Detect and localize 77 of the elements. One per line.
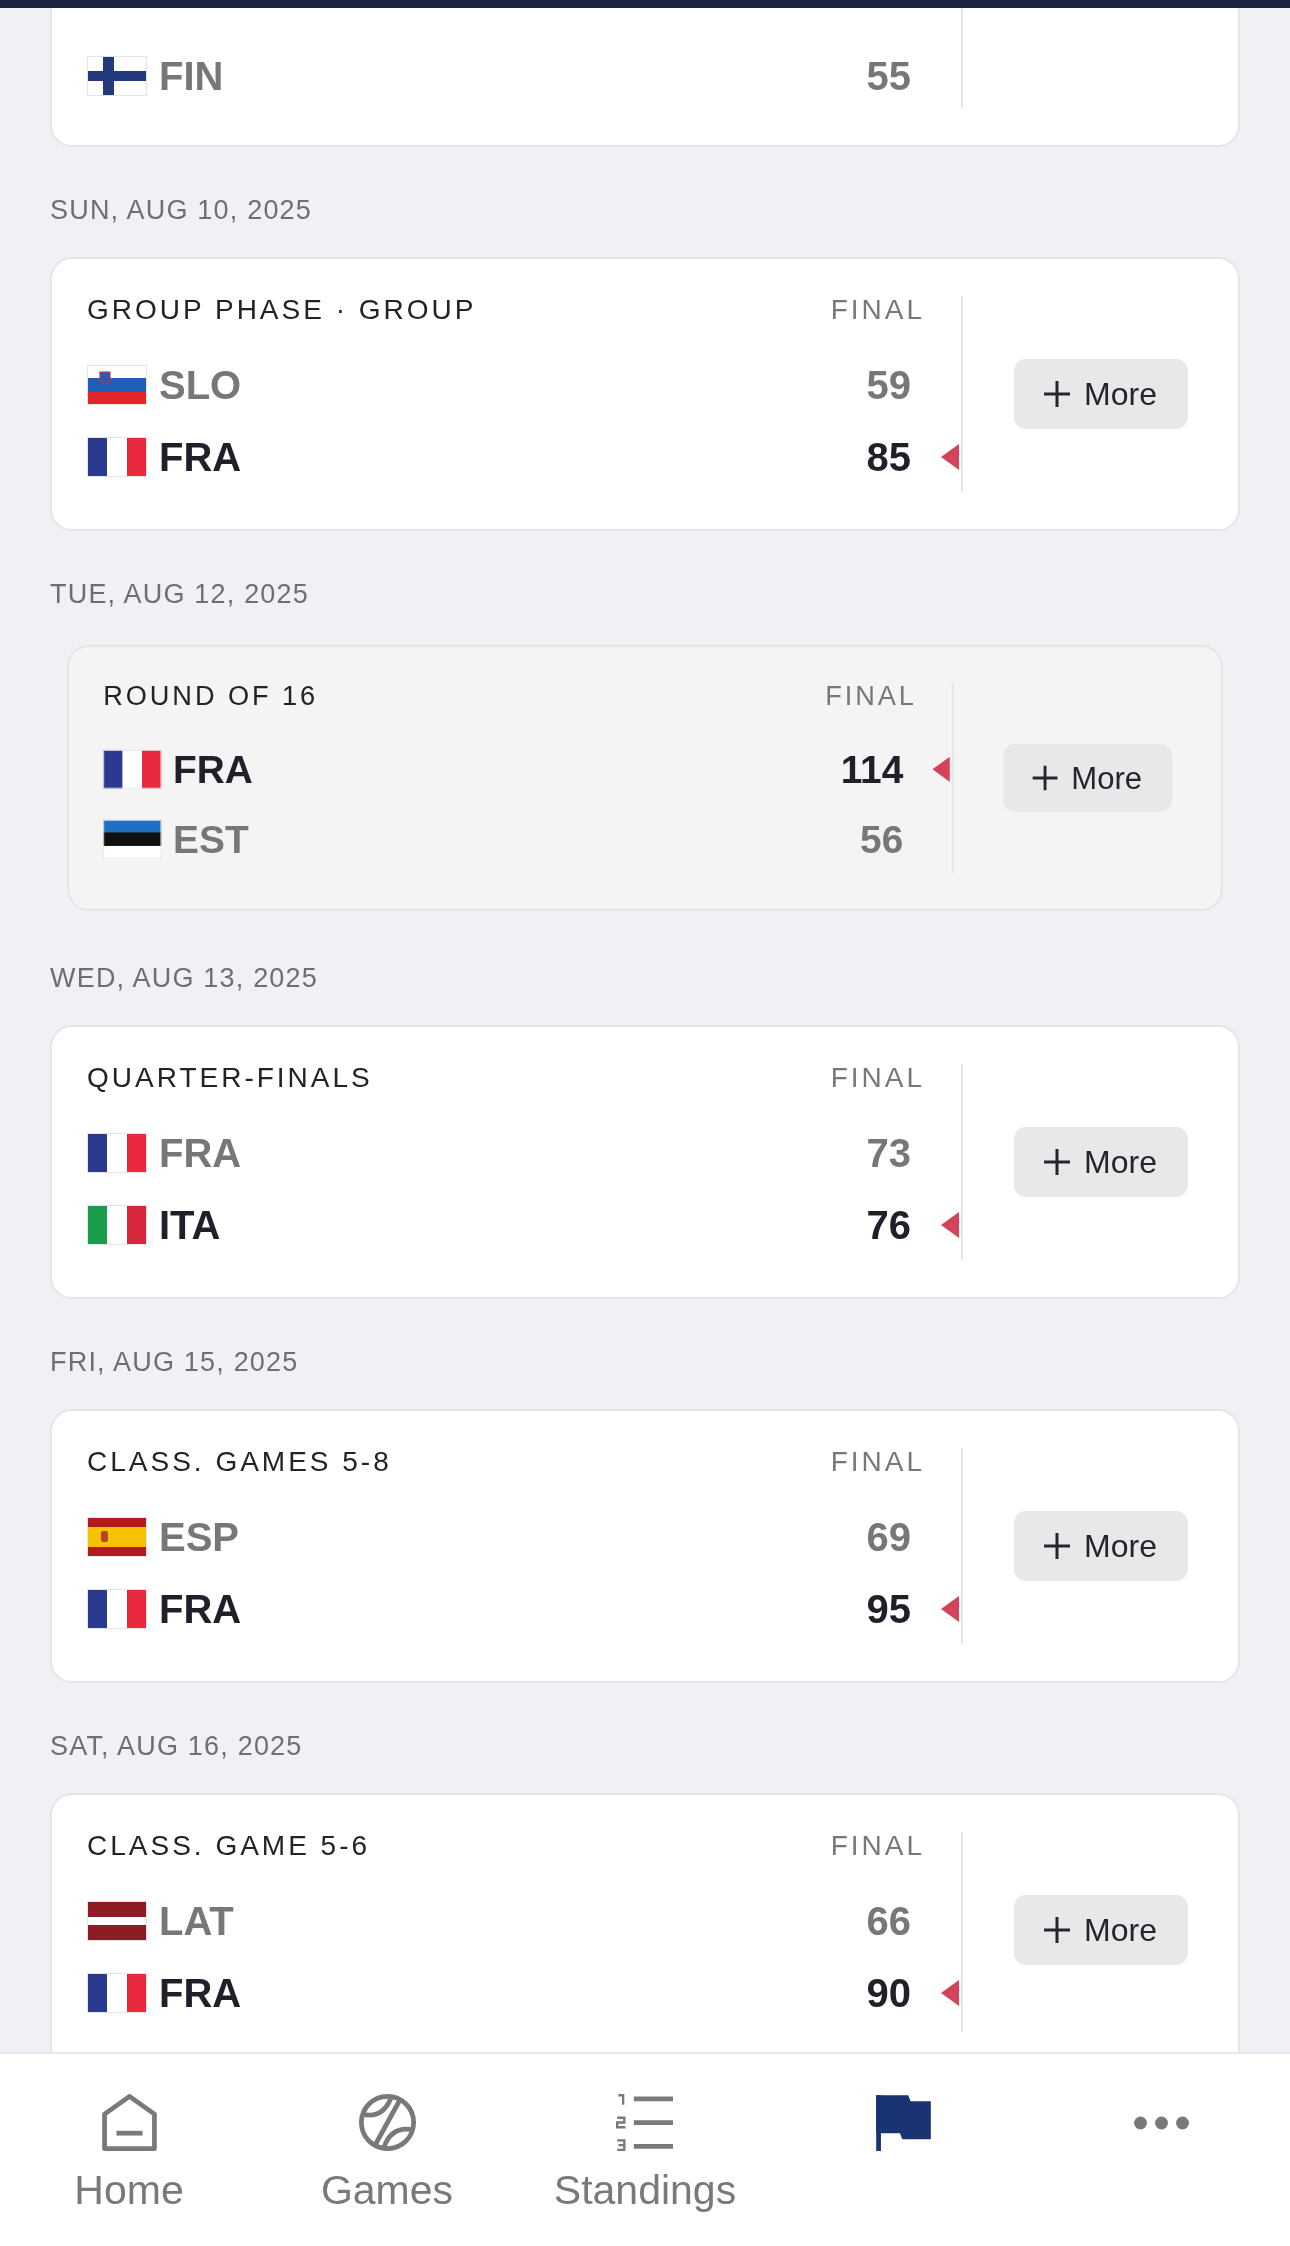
- french-flag-icon: [103, 749, 162, 789]
- game-card[interactable]: CLASS. GAME 5-6 FINAL LAT 66 FRA 90 More: [50, 1793, 1240, 2052]
- more-button[interactable]: More: [1002, 744, 1172, 812]
- game-card[interactable]: QUARTER-FINALS FINAL FRA 73 ITA 76 More: [50, 1025, 1240, 1299]
- date-heading: SUN, AUG 10, 2025: [50, 194, 314, 227]
- game-card[interactable]: CLASS. GAMES 5-8 FINAL ESP 69 FRA 95 More: [50, 1409, 1240, 1683]
- team-score: 85: [866, 434, 911, 480]
- team-name: FRA: [159, 434, 243, 480]
- team-name: FRA: [159, 1130, 243, 1176]
- team-name: EST: [173, 817, 250, 861]
- plus-icon: [1044, 1917, 1071, 1943]
- game-card[interactable]: ROUND OF 16 FINAL FRA 114 EST 56 More: [67, 644, 1223, 912]
- winner-marker-icon: [941, 1980, 959, 2006]
- more-button[interactable]: More: [1013, 359, 1188, 429]
- date-heading: WED, AUG 13, 2025: [50, 962, 319, 995]
- games-tab[interactable]: Games: [320, 2054, 454, 2213]
- winner-marker-icon: [932, 756, 950, 782]
- plus-icon: [1044, 1149, 1071, 1175]
- team-name: FIN: [159, 53, 225, 99]
- spanish-flag-icon: [87, 1517, 147, 1557]
- estonian-flag-icon: [103, 819, 162, 859]
- team-score: 95: [866, 1586, 911, 1632]
- team-name: FRA: [159, 1970, 243, 2016]
- more-button[interactable]: More: [1013, 1127, 1188, 1197]
- numbered-list-icon: [616, 2094, 674, 2151]
- team-score: 66: [866, 1898, 911, 1944]
- status-label: FINAL: [830, 1830, 925, 1862]
- team-score: 90: [866, 1970, 911, 2016]
- status-label: FINAL: [830, 294, 925, 326]
- round-label: QUARTER-FINALS: [87, 1062, 373, 1094]
- game-card[interactable]: GROUP PHASE · GROUP FINAL SLO 59 FRA 85 More: [50, 257, 1240, 531]
- team-score: 59: [866, 362, 911, 408]
- flag-icon: [874, 2094, 932, 2151]
- latvian-flag-icon: [87, 1901, 147, 1941]
- team-name: SLO: [159, 362, 243, 408]
- team-name: FRA: [173, 747, 254, 792]
- team-score: 76: [866, 1202, 911, 1248]
- team-name: LAT: [159, 1898, 235, 1944]
- round-label: ROUND OF 16: [103, 680, 318, 712]
- round-label: GROUP PHASE · GROUP: [87, 294, 477, 326]
- french-flag-icon: [87, 437, 147, 477]
- plus-icon: [1044, 381, 1071, 407]
- winner-marker-icon: [941, 1212, 959, 1238]
- more-dots-icon: [1132, 2116, 1190, 2130]
- date-heading: FRI, AUG 15, 2025: [50, 1346, 300, 1379]
- finnish-flag-icon: [87, 56, 147, 96]
- winner-marker-icon: [941, 1596, 959, 1622]
- status-label: FINAL: [830, 1062, 925, 1094]
- team-score: 73: [866, 1130, 911, 1176]
- team-name: FRA: [159, 1586, 243, 1632]
- plus-icon: [1044, 1533, 1071, 1559]
- status-label: FINAL: [825, 680, 917, 712]
- italian-flag-icon: [87, 1205, 147, 1245]
- team-score: 114: [840, 747, 904, 792]
- team-name: ITA: [159, 1202, 222, 1248]
- team-name: ESP: [159, 1514, 241, 1560]
- date-heading: TUE, AUG 12, 2025: [50, 578, 311, 611]
- home-tab[interactable]: Home: [74, 2054, 184, 2213]
- home-icon: [100, 2094, 158, 2151]
- french-flag-icon: [87, 1133, 147, 1173]
- french-flag-icon: [87, 1973, 147, 2013]
- team-score: 56: [860, 817, 904, 861]
- plus-icon: [1032, 765, 1058, 791]
- slovenian-flag-icon: [87, 365, 147, 405]
- team-score: 69: [866, 1514, 911, 1560]
- more-button[interactable]: More: [1013, 1895, 1188, 1965]
- game-card[interactable]: FIN 55: [50, 8, 1240, 147]
- more-button[interactable]: More: [1013, 1511, 1188, 1581]
- date-heading: SAT, AUG 16, 2025: [50, 1730, 304, 1763]
- round-label: CLASS. GAME 5-6: [87, 1830, 371, 1862]
- basketball-icon: [358, 2094, 416, 2151]
- french-flag-icon: [87, 1589, 147, 1629]
- standings-tab[interactable]: Standings: [553, 2054, 737, 2213]
- status-label: FINAL: [830, 1446, 925, 1478]
- winner-marker-icon: [941, 444, 959, 470]
- team-score: 55: [866, 53, 911, 99]
- round-label: CLASS. GAMES 5-8: [87, 1446, 392, 1478]
